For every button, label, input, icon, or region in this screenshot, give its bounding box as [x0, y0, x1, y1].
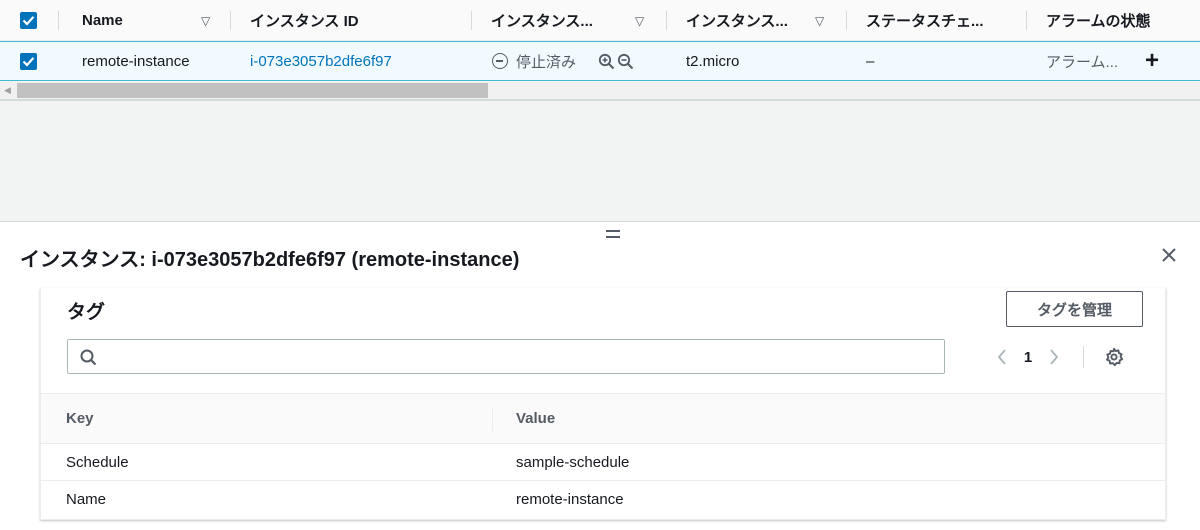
instance-type: t2.micro	[686, 52, 740, 70]
column-header-key: Key	[66, 410, 94, 427]
instance-id-link[interactable]: i-073e3057b2dfe6f97	[250, 42, 392, 80]
search-input[interactable]	[104, 344, 934, 369]
add-alarm-button[interactable]: +	[1145, 42, 1159, 80]
column-header-status-check[interactable]: ステータスチェ...	[866, 0, 984, 40]
column-header-value: Value	[516, 410, 556, 427]
table-header: Name ▽ インスタンス ID インスタンス... ▽ インスタンス... ▽…	[0, 0, 1200, 41]
tag-value: remote-instance	[516, 490, 624, 508]
scroll-left-icon[interactable]: ◀	[4, 86, 11, 95]
tags-card-title: タグ	[67, 302, 106, 323]
column-divider	[230, 11, 231, 30]
gear-icon[interactable]	[1104, 347, 1124, 367]
stopped-icon	[492, 53, 508, 69]
table-row: Schedule sample-schedule	[41, 444, 1165, 481]
column-divider	[471, 11, 472, 30]
scrollbar-thumb[interactable]	[17, 83, 488, 98]
tags-search[interactable]	[67, 339, 945, 374]
select-all-checkbox[interactable]	[20, 12, 37, 29]
row-checkbox[interactable]	[20, 53, 37, 70]
empty-area	[0, 101, 1200, 221]
details-pane-title: インスタンス: i-073e3057b2dfe6f97 (remote-inst…	[20, 249, 520, 271]
zoom-in-icon[interactable]	[598, 53, 615, 70]
column-divider	[666, 11, 667, 30]
column-divider	[1026, 11, 1027, 30]
alarm-status: アラーム...	[1046, 53, 1119, 71]
resize-handle-icon[interactable]	[606, 230, 620, 242]
sort-icon[interactable]: ▽	[635, 0, 644, 41]
tags-table-header: Key Value	[41, 393, 1165, 444]
next-page-icon[interactable]	[1043, 348, 1065, 366]
tag-key: Name	[66, 490, 107, 508]
state-zoom-controls	[598, 53, 634, 70]
column-header-instance-id[interactable]: インスタンス ID	[250, 0, 359, 40]
instance-state-label: 停止済み	[516, 53, 577, 71]
previous-page-icon[interactable]	[991, 348, 1013, 366]
column-divider	[846, 11, 847, 30]
sort-icon[interactable]: ▽	[201, 0, 210, 41]
column-header-instance-state[interactable]: インスタンス...	[491, 0, 593, 40]
column-header-instance-type[interactable]: インスタンス...	[686, 0, 788, 40]
column-header-alarm-status[interactable]: アラームの状態	[1046, 0, 1151, 40]
sort-icon[interactable]: ▽	[815, 0, 824, 41]
pagination: 1	[991, 342, 1124, 372]
instance-state: 停止済み	[492, 42, 634, 80]
close-icon[interactable]	[1158, 244, 1180, 266]
column-divider	[492, 407, 493, 431]
table-row[interactable]: remote-instance i-073e3057b2dfe6f97 停止済み…	[0, 41, 1200, 81]
split-panel-divider	[0, 221, 1200, 222]
instance-name: remote-instance	[82, 52, 190, 70]
column-divider	[58, 11, 59, 30]
manage-tags-button[interactable]: タグを管理	[1006, 291, 1143, 327]
pager-divider	[1083, 346, 1084, 368]
status-check: –	[866, 52, 875, 70]
tag-key: Schedule	[66, 453, 129, 471]
current-page-number[interactable]: 1	[1013, 349, 1043, 366]
tag-value: sample-schedule	[516, 453, 630, 471]
horizontal-scrollbar[interactable]: ◀	[0, 82, 1200, 99]
column-header-name[interactable]: Name	[82, 0, 123, 40]
table-row: Name remote-instance	[41, 481, 1165, 518]
tags-card: タグ タグを管理 1 Key Value Schedule sample-sch…	[40, 288, 1166, 520]
search-icon	[80, 349, 97, 366]
instances-table: Name ▽ インスタンス ID インスタンス... ▽ インスタンス... ▽…	[0, 0, 1200, 101]
zoom-out-icon[interactable]	[617, 53, 634, 70]
